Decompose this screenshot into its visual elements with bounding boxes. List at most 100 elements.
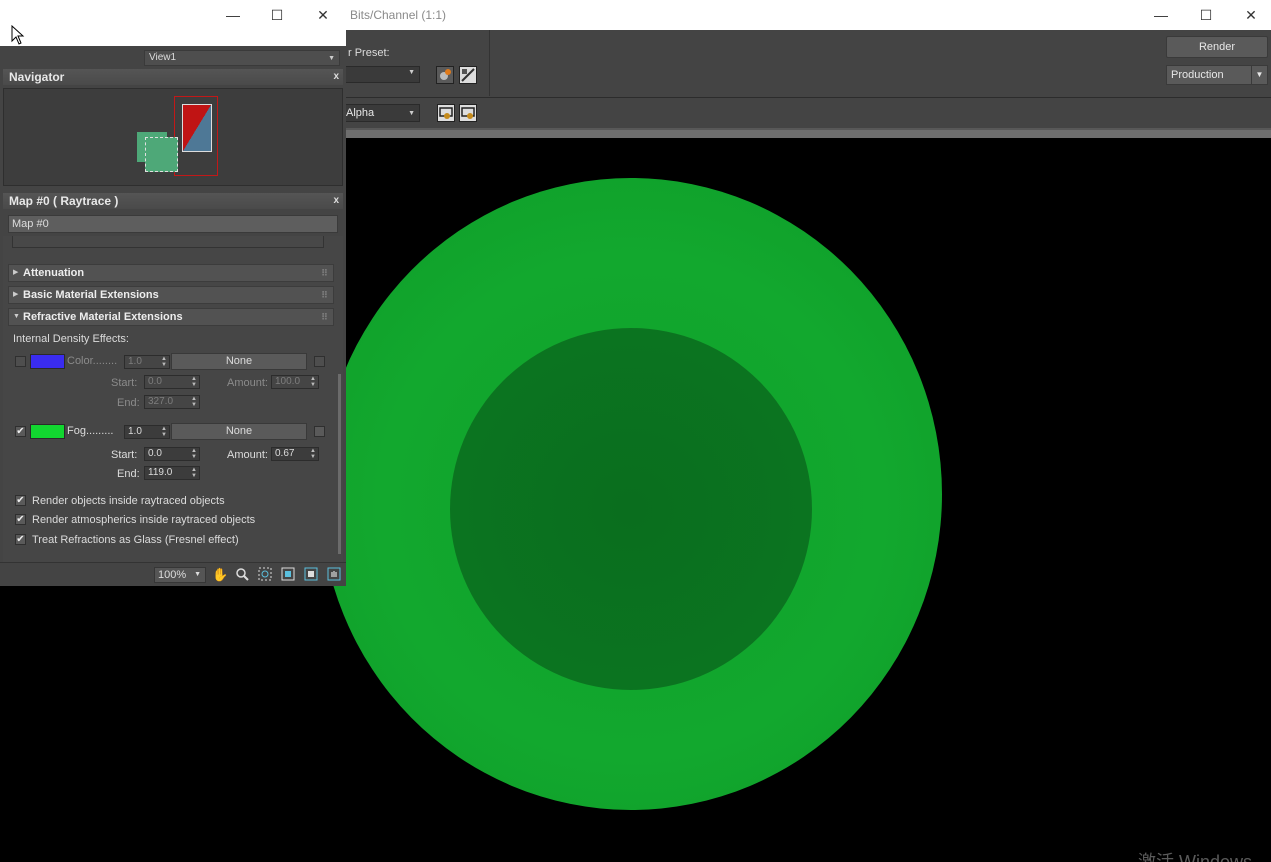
material-editor-bottom-toolbar: 100% ▼ ✋	[0, 562, 346, 586]
minimize-icon[interactable]: —	[1138, 0, 1184, 30]
zoom-extents-icon[interactable]	[280, 567, 296, 583]
zoom-magnifier-icon[interactable]	[234, 567, 250, 583]
grip-icon[interactable]: ⠿	[321, 265, 328, 281]
spinner-value: 327.0	[148, 396, 174, 407]
color-start-label: Start:	[111, 377, 138, 389]
spinner-value: 1.0	[128, 356, 142, 367]
spinner-arrows-icon[interactable]: ▲ ▼	[161, 356, 167, 368]
close-icon[interactable]: x	[333, 69, 339, 85]
fog-end-spinner[interactable]: 119.0 ▲ ▼	[144, 466, 200, 480]
spinner-arrows-icon[interactable]: ▲ ▼	[161, 426, 167, 438]
spinner-arrows-icon[interactable]: ▲ ▼	[191, 396, 197, 408]
chevron-down-icon[interactable]: ▼	[1251, 66, 1267, 84]
fog-effect-checkbox[interactable]: ✔	[15, 426, 26, 437]
color-end-spinner[interactable]: 327.0 ▲ ▼	[144, 395, 200, 409]
chevron-right-icon: ▶	[13, 269, 19, 276]
chevron-right-icon: ▶	[13, 291, 19, 298]
maximize-icon[interactable]: ☐	[1183, 0, 1229, 30]
render-objects-inside-label: Render objects inside raytraced objects	[32, 495, 225, 507]
spinner-arrows-icon[interactable]: ▲ ▼	[191, 467, 197, 479]
close-icon[interactable]: x	[333, 193, 339, 209]
fog-effect-map-toggle[interactable]	[314, 426, 325, 437]
color-effect-map-button[interactable]: None	[171, 353, 307, 370]
fog-end-label: End:	[117, 468, 140, 480]
zoom-extents-selected-icon[interactable]	[303, 567, 319, 583]
map-panel-title: Map #0 ( Raytrace )	[9, 194, 119, 208]
color-effect-map-toggle[interactable]	[314, 356, 325, 367]
render-button[interactable]: Render	[1166, 36, 1268, 58]
rollout-refractive-material-extensions[interactable]: ▼ Refractive Material Extensions ⠿	[8, 308, 334, 326]
zoom-dropdown[interactable]: 100% ▼	[154, 567, 206, 583]
fog-effect-map-button[interactable]: None	[171, 423, 307, 440]
grip-icon[interactable]: ⠿	[321, 309, 328, 325]
minimize-icon[interactable]: —	[210, 0, 256, 30]
navigator-selected-node	[145, 137, 178, 172]
environment-editor-icon[interactable]	[459, 66, 477, 84]
preview-icon[interactable]	[459, 104, 477, 122]
render-objects-inside-checkbox[interactable]: ✔	[15, 495, 26, 506]
grip-icon[interactable]: ⠿	[321, 287, 328, 303]
zoom-value: 100%	[158, 569, 187, 581]
render-atmospherics-inside-checkbox[interactable]: ✔	[15, 514, 26, 525]
render-preset-group: r Preset:	[340, 30, 490, 96]
scrollbar[interactable]	[338, 374, 341, 554]
fog-start-spinner[interactable]: 0.0 ▲ ▼	[144, 447, 200, 461]
color-effect-swatch[interactable]	[30, 354, 65, 369]
spinner-value: 119.0	[148, 467, 173, 478]
channel-dropdown[interactable]: Alpha	[340, 104, 420, 122]
fog-amount-label: Amount:	[227, 449, 268, 461]
treat-refractions-as-glass-label: Treat Refractions as Glass (Fresnel effe…	[32, 534, 239, 546]
pan-to-selected-icon[interactable]	[326, 567, 342, 583]
navigator-view[interactable]	[3, 88, 343, 186]
color-effect-label: Color........	[67, 355, 118, 367]
previous-rollout-edge	[12, 236, 324, 248]
chevron-down-icon: ▼	[194, 571, 201, 578]
spinner-arrows-icon[interactable]: ▲ ▼	[310, 376, 316, 388]
windows-activation-watermark: 激活 Windows	[1138, 852, 1253, 862]
map-panel-header: Map #0 ( Raytrace ) x	[3, 193, 343, 209]
maximize-icon[interactable]: ☐	[254, 0, 300, 30]
close-icon[interactable]: ✕	[300, 0, 346, 30]
spinner-value: 100.0	[275, 376, 301, 387]
render-preset-dropdown[interactable]	[340, 66, 420, 83]
production-dropdown[interactable]: Production ▼	[1166, 65, 1268, 85]
render-atmospherics-inside-label: Render atmospherics inside raytraced obj…	[32, 514, 256, 526]
fog-effect-value-spinner[interactable]: 1.0 ▲ ▼	[124, 425, 170, 439]
zoom-region-icon[interactable]	[257, 567, 273, 583]
spinner-value: 0.0	[148, 448, 162, 459]
rendered-sphere-inner	[450, 328, 812, 690]
navigator-header: Navigator x	[3, 69, 343, 85]
rollout-label: Attenuation	[23, 267, 85, 279]
spinner-arrows-icon[interactable]: ▲ ▼	[191, 376, 197, 388]
color-start-spinner[interactable]: 0.0 ▲ ▼	[144, 375, 200, 389]
material-editor-body: View1 Navigator x Map #0 ( Raytrace ) x …	[0, 46, 346, 586]
spinner-arrows-icon[interactable]: ▲ ▼	[310, 448, 316, 460]
color-effect-checkbox[interactable]	[15, 356, 26, 367]
color-amount-spinner[interactable]: 100.0 ▲ ▼	[271, 375, 319, 389]
load-preset-icon[interactable]	[436, 66, 454, 84]
spinner-arrows-icon[interactable]: ▲ ▼	[191, 448, 197, 460]
display-icon[interactable]	[437, 104, 455, 122]
raytrace-map-thumbnail	[182, 104, 212, 152]
spinner-value: 0.0	[148, 376, 162, 387]
rollout-label: Refractive Material Extensions	[23, 311, 183, 323]
rollout-attenuation[interactable]: ▶ Attenuation ⠿	[8, 264, 334, 282]
production-label: Production	[1171, 69, 1224, 81]
mouse-cursor-icon	[11, 25, 25, 45]
navigator-title: Navigator	[9, 70, 65, 84]
color-effect-value-spinner[interactable]: 1.0 ▲ ▼	[124, 355, 170, 369]
fog-start-label: Start:	[111, 449, 138, 461]
color-end-label: End:	[117, 397, 140, 409]
map-parameters-scroll-area: ▶ Attenuation ⠿ ▶ Basic Material Extensi…	[3, 236, 343, 562]
spinner-value: 1.0	[128, 426, 142, 437]
view-dropdown[interactable]: View1	[144, 50, 340, 66]
fog-amount-spinner[interactable]: 0.67 ▲ ▼	[271, 447, 319, 461]
rollout-label: Basic Material Extensions	[23, 289, 159, 301]
rollout-basic-material-extensions[interactable]: ▶ Basic Material Extensions ⠿	[8, 286, 334, 304]
treat-refractions-as-glass-checkbox[interactable]: ✔	[15, 534, 26, 545]
color-amount-label: Amount:	[227, 377, 268, 389]
pan-hand-icon[interactable]: ✋	[212, 567, 228, 583]
map-name-input[interactable]: Map #0	[8, 215, 338, 233]
close-icon[interactable]: ✕	[1228, 0, 1271, 30]
fog-effect-swatch[interactable]	[30, 424, 65, 439]
